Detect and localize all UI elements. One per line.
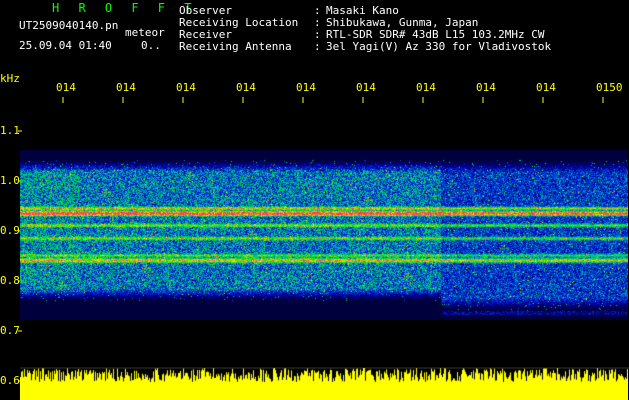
spectrogram-waterfall	[20, 150, 628, 320]
power-bar	[20, 368, 628, 400]
hrofft-window: H R O F F T UT2509040140.pn meteor 25.09…	[0, 0, 629, 400]
